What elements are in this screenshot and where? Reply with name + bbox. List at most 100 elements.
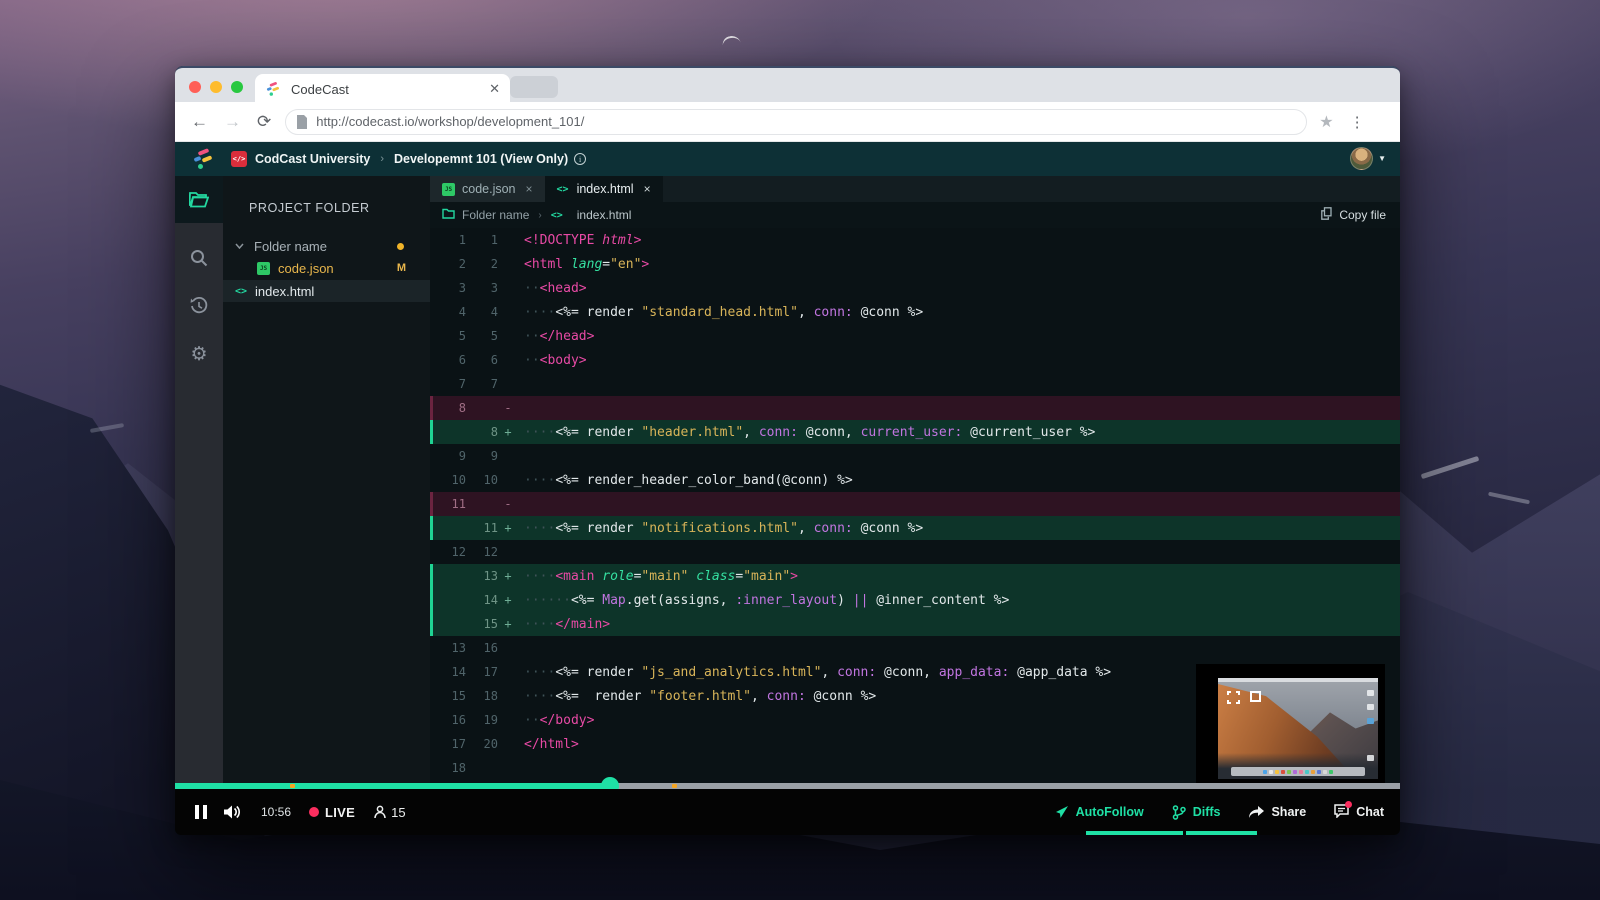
pip-menubar: [1218, 678, 1378, 682]
close-window-button[interactable]: [189, 81, 201, 93]
file-panel-header: PROJECT FOLDER: [223, 176, 430, 215]
cloud-wisp: [721, 34, 741, 48]
code-line[interactable]: 66··<body>: [430, 348, 1400, 372]
gear-icon: ⚙: [190, 343, 207, 365]
dock-app-icon: [1329, 770, 1333, 774]
json-file-icon: JS: [442, 183, 455, 196]
files-tool-button[interactable]: [175, 176, 223, 223]
autofollow-icon: [1055, 805, 1069, 819]
pip-dock: [1231, 767, 1365, 776]
forward-icon[interactable]: →: [224, 112, 241, 132]
autofollow-active-underline: [1086, 831, 1183, 835]
university-badge-icon: </>: [231, 151, 247, 167]
pip-desktop-icon: [1367, 718, 1374, 724]
chevron-right-icon: ›: [538, 210, 541, 221]
history-tool-button[interactable]: [175, 284, 223, 328]
editor-tabbar: JS code.json × <> index.html ×: [430, 176, 1400, 202]
html-file-icon: <>: [235, 286, 247, 297]
code-line[interactable]: 22<html lang="en">: [430, 252, 1400, 276]
dock-app-icon: [1299, 770, 1303, 774]
tree-folder-row[interactable]: Folder name: [223, 235, 430, 257]
code-line[interactable]: 99: [430, 444, 1400, 468]
code-icon: <>: [551, 210, 563, 221]
code-line[interactable]: 13+····<main role="main" class="main">: [430, 564, 1400, 588]
dock-app-icon: [1311, 770, 1315, 774]
back-icon[interactable]: ←: [191, 112, 208, 132]
browser-tab[interactable]: CodeCast ✕: [255, 74, 510, 104]
modified-badge: M: [397, 262, 406, 274]
indexhtml-label: index.html: [255, 284, 314, 299]
json-file-icon: JS: [257, 262, 270, 275]
dock-app-icon: [1281, 770, 1285, 774]
url-bar[interactable]: http://codecast.io/workshop/development_…: [285, 109, 1307, 135]
branch-icon: [1172, 805, 1186, 820]
code-line[interactable]: 1212: [430, 540, 1400, 564]
editor-tab-codejson[interactable]: JS code.json ×: [430, 176, 545, 202]
code-line[interactable]: 15+····</main>: [430, 612, 1400, 636]
code-line[interactable]: 11-: [430, 492, 1400, 516]
close-icon[interactable]: ×: [644, 182, 651, 196]
code-line[interactable]: 33··<head>: [430, 276, 1400, 300]
code-line[interactable]: 8-: [430, 396, 1400, 420]
avatar[interactable]: [1350, 147, 1373, 170]
timeline-marker[interactable]: [290, 784, 295, 788]
minimize-window-button[interactable]: [210, 81, 222, 93]
browser-toolbar: ← → ⟳ http://codecast.io/workshop/develo…: [175, 102, 1400, 142]
share-button[interactable]: Share: [1248, 805, 1306, 819]
chat-button[interactable]: Chat: [1334, 804, 1384, 821]
live-dot-icon: [309, 807, 319, 817]
code-line[interactable]: 77: [430, 372, 1400, 396]
share-label: Share: [1271, 805, 1306, 819]
pip-video[interactable]: [1218, 678, 1378, 779]
bookmark-star-icon[interactable]: ★: [1319, 112, 1333, 132]
dock-app-icon: [1293, 770, 1297, 774]
browser-window: CodeCast ✕ ← → ⟳ http://codecast.io/work…: [175, 66, 1400, 835]
tab-close-icon[interactable]: ✕: [489, 81, 500, 97]
tab-label: index.html: [577, 182, 634, 196]
background-tab[interactable]: [510, 76, 558, 98]
pip-toggle-icon[interactable]: [1250, 691, 1261, 702]
timeline-marker[interactable]: [672, 784, 677, 788]
code-line[interactable]: 11+····<%= render "notifications.html", …: [430, 516, 1400, 540]
codejson-label: code.json: [278, 261, 334, 276]
expand-icon[interactable]: [1227, 691, 1240, 709]
breadcrumb-folder-label[interactable]: Folder name: [462, 208, 529, 222]
live-label: LIVE: [325, 805, 355, 820]
tree-file-indexhtml[interactable]: <> index.html: [223, 280, 430, 302]
live-indicator[interactable]: LIVE: [309, 805, 355, 820]
editor-breadcrumb: Folder name › <> index.html Copy file: [430, 202, 1400, 228]
org-name[interactable]: CodCast University: [255, 152, 370, 166]
tree-file-codejson[interactable]: JS code.json M: [223, 257, 430, 279]
session-title: Developemnt 101 (View Only): [394, 152, 568, 166]
info-icon[interactable]: i: [574, 153, 586, 165]
browser-menu-icon[interactable]: ⋮: [1350, 113, 1365, 131]
diffs-button[interactable]: Diffs: [1172, 805, 1221, 820]
codecast-logo: [193, 148, 213, 170]
autofollow-button[interactable]: AutoFollow: [1055, 805, 1144, 819]
copy-file-label: Copy file: [1339, 208, 1386, 222]
code-line[interactable]: 1316: [430, 636, 1400, 660]
code-line[interactable]: 55··</head>: [430, 324, 1400, 348]
breadcrumb-file-label[interactable]: index.html: [577, 208, 632, 222]
pause-button[interactable]: [195, 805, 207, 819]
settings-tool-button[interactable]: ⚙: [175, 332, 223, 376]
search-tool-button[interactable]: [175, 236, 223, 280]
volume-button[interactable]: [223, 804, 241, 820]
code-line[interactable]: 11<!DOCTYPE html>: [430, 228, 1400, 252]
chevron-down-icon[interactable]: [235, 241, 244, 251]
code-line[interactable]: 8+····<%= render "header.html", conn: @c…: [430, 420, 1400, 444]
codecast-favicon: [266, 82, 280, 97]
code-line[interactable]: 1010····<%= render_header_color_band(@co…: [430, 468, 1400, 492]
close-icon[interactable]: ×: [526, 182, 533, 196]
zoom-window-button[interactable]: [231, 81, 243, 93]
code-line[interactable]: 14+······<%= Map.get(assigns, :inner_lay…: [430, 588, 1400, 612]
diffs-label: Diffs: [1193, 805, 1221, 819]
file-tree: Folder name JS code.json M <> index.html: [223, 235, 430, 302]
editor-tab-indexhtml[interactable]: <> index.html ×: [545, 176, 663, 202]
code-line[interactable]: 44····<%= render "standard_head.html", c…: [430, 300, 1400, 324]
dock-app-icon: [1287, 770, 1291, 774]
copy-file-button[interactable]: Copy file: [1321, 207, 1386, 223]
html-file-icon: <>: [557, 184, 569, 195]
refresh-icon[interactable]: ⟳: [257, 112, 271, 132]
avatar-caret-icon[interactable]: ▼: [1378, 154, 1386, 163]
